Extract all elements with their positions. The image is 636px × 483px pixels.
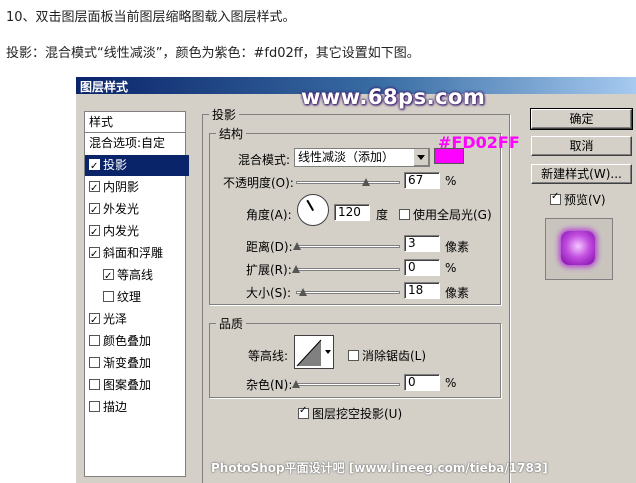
intro-line-2: 投影：混合模式“线性减淡”，颜色为紫色：#fd02ff，其它设置如下图。 [6, 46, 420, 61]
blend-options-item[interactable]: 混合选项:自定 [85, 133, 189, 154]
contour-label: 等高线: [248, 349, 289, 363]
style-item[interactable]: 颜色叠加 [85, 331, 189, 352]
intro-line-1: 10、双击图层面板当前图层缩略图载入图层样式。 [6, 10, 296, 25]
blend-mode-label: 混合模式: [238, 153, 291, 167]
contour-curve-icon [296, 339, 331, 367]
style-item-checkbox[interactable] [89, 222, 100, 243]
antialias-check[interactable] [348, 350, 359, 361]
ok-button[interactable]: 确定 [530, 108, 633, 130]
style-item-checkbox[interactable] [103, 266, 114, 287]
style-item[interactable]: 内阴影 [85, 177, 189, 199]
styles-list: 样式 混合选项:自定 投影内阴影外发光内发光斜面和浮雕等高线纹理光泽颜色叠加渐变… [84, 111, 189, 477]
size-label: 大小(S): [246, 286, 292, 300]
distance-label: 距离(D): [246, 240, 293, 254]
angle-input[interactable]: 120 [334, 204, 370, 221]
distance-slider-thumb[interactable] [293, 242, 302, 251]
style-item-label: 渐变叠加 [103, 356, 152, 370]
noise-input[interactable]: 0 [404, 374, 440, 391]
spread-label: 扩展(R): [246, 263, 292, 277]
knockout-check[interactable] [298, 405, 309, 419]
style-item-label: 外发光 [103, 202, 140, 216]
distance-slider[interactable] [293, 242, 400, 251]
new-style-button[interactable]: 新建样式(W)... [531, 164, 632, 184]
style-item-label: 投影 [103, 158, 128, 172]
noise-unit: % [445, 376, 457, 390]
style-item-checkbox[interactable] [89, 401, 100, 412]
style-item[interactable]: 纹理 [85, 287, 203, 308]
opacity-slider[interactable] [296, 178, 400, 186]
opacity-unit: % [445, 174, 457, 188]
quality-title: 品质 [219, 317, 244, 331]
noise-slider[interactable] [292, 380, 400, 388]
style-item-checkbox[interactable] [89, 178, 100, 199]
noise-label: 杂色(N): [246, 378, 293, 392]
style-item[interactable]: 渐变叠加 [85, 353, 189, 374]
color-hex-label: #FD02FF [438, 133, 520, 152]
size-slider-thumb[interactable] [299, 288, 308, 297]
style-item-label: 颜色叠加 [103, 334, 152, 348]
size-input[interactable]: 18 [404, 282, 440, 299]
size-slider[interactable] [296, 288, 400, 296]
spread-slider-thumb[interactable] [292, 265, 300, 274]
style-item-label: 内发光 [103, 224, 140, 238]
global-light-check[interactable] [399, 209, 410, 220]
style-item-label: 斜面和浮雕 [103, 246, 164, 260]
style-item-checkbox[interactable] [89, 156, 100, 177]
style-item-label: 内阴影 [103, 180, 140, 194]
style-item-checkbox[interactable] [89, 379, 100, 390]
spread-unit: % [445, 261, 457, 275]
style-item[interactable]: 光泽 [85, 309, 189, 331]
distance-input[interactable]: 3 [404, 235, 440, 252]
angle-dial[interactable] [297, 194, 329, 226]
opacity-slider-thumb[interactable] [361, 178, 370, 187]
cancel-button[interactable]: 取消 [531, 136, 632, 156]
opacity-input[interactable]: 67 [404, 172, 440, 189]
distance-unit: 像素 [445, 240, 470, 254]
spread-slider[interactable] [292, 265, 400, 273]
preview-thumbnail [561, 231, 595, 265]
style-item-label: 光泽 [103, 312, 128, 326]
spread-input[interactable]: 0 [404, 259, 440, 276]
blend-mode-select[interactable]: 线性减淡（添加） [294, 148, 430, 167]
preview-check[interactable] [550, 191, 561, 205]
style-item[interactable]: 斜面和浮雕 [85, 243, 189, 265]
knockout-checkbox[interactable]: 图层挖空投影(U) [298, 405, 402, 422]
angle-dial-hand [306, 199, 314, 212]
styles-header[interactable]: 样式 [85, 112, 185, 133]
style-item-label: 描边 [103, 400, 128, 414]
size-unit: 像素 [445, 286, 470, 300]
style-item[interactable]: 图案叠加 [85, 375, 189, 396]
global-light-checkbox[interactable]: 使用全局光(G) [399, 206, 492, 223]
drop-shadow-title: 投影 [212, 108, 237, 122]
style-item[interactable]: 描边 [85, 397, 189, 418]
style-item-label: 图案叠加 [103, 378, 152, 392]
layer-style-dialog: 图层样式 www.68ps.com 样式 混合选项:自定 投影内阴影外发光内发光… [75, 76, 636, 483]
structure-title: 结构 [219, 127, 244, 141]
blend-mode-value: 线性减淡（添加） [298, 150, 395, 164]
style-item[interactable]: 内发光 [85, 221, 189, 243]
style-item-checkbox[interactable] [103, 291, 114, 302]
noise-slider-thumb[interactable] [292, 380, 300, 389]
dialog-title: 图层样式 [80, 80, 129, 94]
angle-label: 角度(A): [246, 208, 292, 222]
angle-unit: 度 [376, 208, 389, 222]
style-item-checkbox[interactable] [89, 310, 100, 331]
style-item-checkbox[interactable] [89, 335, 100, 346]
style-item-label: 纹理 [117, 290, 142, 304]
style-item[interactable]: 等高线 [85, 265, 203, 287]
style-item[interactable]: 投影 [85, 155, 189, 177]
contour-picker[interactable] [294, 335, 334, 369]
preview-checkbox[interactable]: 预览(V) [550, 191, 606, 208]
opacity-label: 不透明度(O): [223, 176, 294, 190]
antialias-checkbox[interactable]: 消除锯齿(L) [348, 347, 426, 364]
footer-watermark: PhotoShop平面设计吧 [www.lineeg.com/tieba/178… [211, 461, 548, 475]
chevron-down-icon[interactable] [413, 149, 429, 166]
style-item-checkbox[interactable] [89, 244, 100, 265]
style-preview [545, 218, 613, 280]
style-item-checkbox[interactable] [89, 200, 100, 221]
style-item-checkbox[interactable] [89, 357, 100, 368]
style-item-label: 等高线 [117, 268, 154, 282]
style-item[interactable]: 外发光 [85, 199, 189, 221]
